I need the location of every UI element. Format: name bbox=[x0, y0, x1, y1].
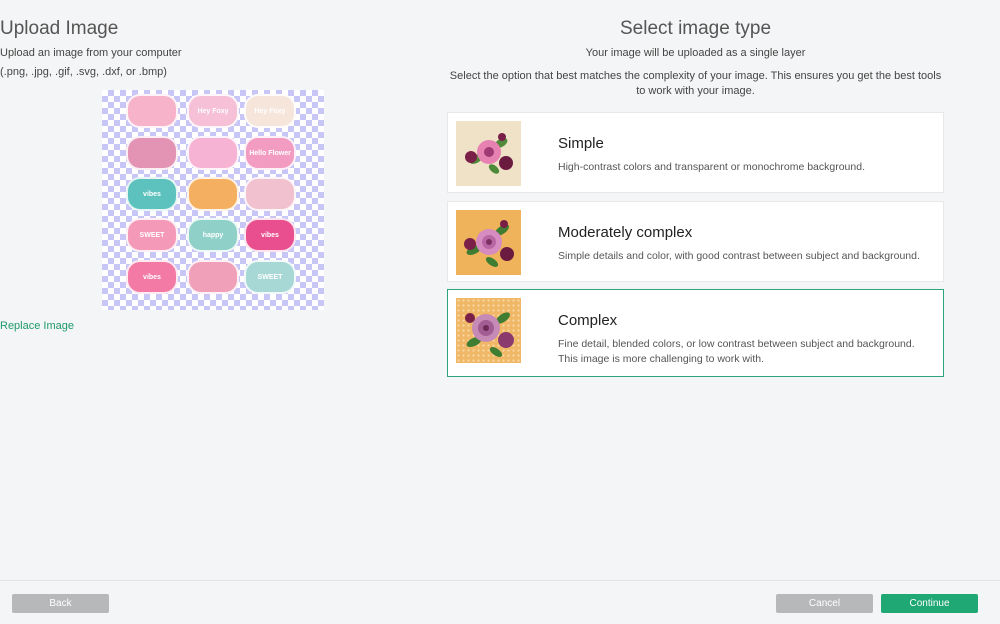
sticker: Hey Foxy bbox=[187, 94, 239, 128]
simple-thumbnail bbox=[456, 121, 521, 186]
cancel-button[interactable]: Cancel bbox=[776, 594, 873, 613]
footer-bar: Back Cancel Continue bbox=[0, 580, 1000, 624]
upload-subtitle: Upload an image from your computer bbox=[0, 47, 182, 59]
select-type-subtitle: Your image will be uploaded as a single … bbox=[585, 47, 806, 59]
sticker: happy bbox=[187, 218, 239, 252]
option-moderately-complex[interactable]: Moderately complex Simple details and co… bbox=[447, 201, 944, 282]
sticker bbox=[187, 177, 239, 211]
complex-thumbnail bbox=[456, 298, 521, 363]
select-type-instructions: Select the option that best matches the … bbox=[449, 70, 942, 97]
upload-title: Upload Image bbox=[0, 18, 119, 39]
sticker: vibes bbox=[126, 177, 178, 211]
continue-button[interactable]: Continue bbox=[881, 594, 978, 613]
sticker: vibes bbox=[126, 260, 178, 294]
replace-image-link[interactable]: Replace Image bbox=[0, 320, 426, 332]
sticker: vibes bbox=[244, 218, 296, 252]
sticker: SWEET bbox=[126, 218, 178, 252]
sticker bbox=[244, 177, 296, 211]
select-type-title: Select image type bbox=[619, 18, 772, 39]
option-simple-title: Simple bbox=[558, 135, 604, 152]
sticker: SWEET bbox=[244, 260, 296, 294]
uploaded-image-preview: Hey Foxy Hey Foxy Hello Flower vibes SWEET ha… bbox=[102, 90, 324, 310]
option-simple[interactable]: Simple High-contrast colors and transpar… bbox=[447, 112, 944, 193]
moderately-complex-thumbnail bbox=[456, 210, 521, 275]
upload-formats: (.png, .jpg, .gif, .svg, .dxf, or .bmp) bbox=[0, 66, 167, 78]
option-complex-description: Fine detail, blended colors, or low cont… bbox=[558, 338, 915, 365]
option-simple-description: High-contrast colors and transparent or … bbox=[558, 161, 865, 173]
option-moderately-complex-description: Simple details and color, with good cont… bbox=[558, 250, 920, 262]
option-complex-title: Complex bbox=[558, 312, 618, 329]
back-button[interactable]: Back bbox=[12, 594, 109, 613]
option-moderately-complex-title: Moderately complex bbox=[558, 224, 693, 241]
sticker bbox=[187, 136, 239, 170]
sticker: Hey Foxy bbox=[244, 94, 296, 128]
sticker: Hello Flower bbox=[244, 136, 296, 170]
sticker bbox=[187, 260, 239, 294]
option-complex[interactable]: Complex Fine detail, blended colors, or … bbox=[447, 289, 944, 377]
sticker bbox=[126, 94, 178, 128]
sticker bbox=[126, 136, 178, 170]
